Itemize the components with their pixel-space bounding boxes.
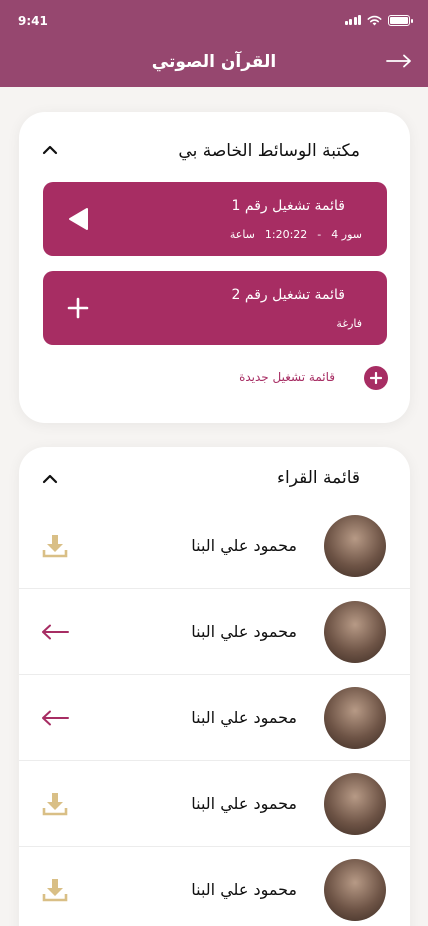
reader-avatar	[324, 687, 386, 749]
battery-icon	[388, 14, 413, 26]
download-icon	[42, 879, 68, 902]
arrow-left-icon	[42, 710, 69, 726]
playlist-status: فارغة	[336, 317, 362, 330]
arrow-left-icon	[42, 624, 69, 640]
reader-avatar	[324, 515, 386, 577]
chevron-up-icon	[42, 145, 58, 155]
chevron-up-icon	[42, 474, 58, 484]
download-button[interactable]	[41, 877, 69, 903]
add-to-playlist-button[interactable]	[65, 295, 91, 321]
page-title: القرآن الصوتي	[151, 52, 277, 72]
media-library-title: مكتبة الوسائط الخاصة بي	[178, 141, 360, 161]
reader-row[interactable]: محمود علي البنا	[19, 675, 410, 761]
reader-avatar	[324, 601, 386, 663]
open-reader-button[interactable]	[41, 705, 69, 731]
playlist-separator: -	[317, 228, 322, 241]
playlist-2[interactable]: قائمة تشغيل رقم 2 فارغة	[43, 271, 387, 345]
reader-name: محمود علي البنا	[191, 622, 297, 641]
playlist-title: قائمة تشغيل رقم 2	[231, 287, 345, 303]
new-playlist-row[interactable]: قائمة تشغيل جديدة	[19, 365, 410, 391]
reader-row[interactable]: محمود علي البنا	[19, 761, 410, 847]
signal-icon	[344, 15, 361, 25]
new-playlist-label: قائمة تشغيل جديدة	[239, 370, 335, 384]
back-button[interactable]	[386, 50, 412, 72]
open-reader-button[interactable]	[41, 619, 69, 645]
reader-name: محمود علي البنا	[191, 880, 297, 899]
wifi-icon	[367, 15, 382, 25]
playlist-title: قائمة تشغيل رقم 1	[231, 198, 345, 214]
app-header: 9:41 القرآن الصوتي	[0, 0, 428, 87]
playlist-duration: 1:20:22	[264, 228, 308, 241]
download-icon	[42, 793, 68, 816]
collapse-media-button[interactable]	[41, 144, 59, 156]
playlist-surahs: سور 4	[331, 228, 362, 241]
readers-card: قائمة القراء محمود علي البنا محمود علي ا…	[19, 447, 410, 926]
reader-row[interactable]: محمود علي البنا	[19, 847, 410, 926]
plus-icon	[67, 297, 89, 319]
play-button[interactable]	[65, 206, 91, 232]
play-icon	[69, 208, 88, 230]
new-playlist-button[interactable]	[364, 366, 388, 390]
playlist-1[interactable]: قائمة تشغيل رقم 1 سور 4 - 1:20:22 ساعة	[43, 182, 387, 256]
reader-name: محمود علي البنا	[191, 708, 297, 727]
arrow-right-icon	[386, 54, 411, 68]
media-library-card: مكتبة الوسائط الخاصة بي قائمة تشغيل رقم …	[19, 112, 410, 423]
plus-icon	[370, 372, 382, 384]
status-time: 9:41	[18, 14, 48, 28]
playlist-duration-unit: ساعة	[229, 228, 255, 241]
reader-avatar	[324, 859, 386, 921]
playlist-meta: سور 4 - 1:20:22 ساعة	[230, 228, 362, 241]
reader-row[interactable]: محمود علي البنا	[19, 589, 410, 675]
readers-title: قائمة القراء	[277, 468, 360, 488]
reader-avatar	[324, 773, 386, 835]
download-button[interactable]	[41, 533, 69, 559]
status-icons	[344, 14, 413, 26]
reader-row[interactable]: محمود علي البنا	[19, 503, 410, 589]
reader-name: محمود علي البنا	[191, 794, 297, 813]
collapse-readers-button[interactable]	[41, 473, 59, 485]
download-button[interactable]	[41, 791, 69, 817]
reader-name: محمود علي البنا	[191, 536, 297, 555]
download-icon	[42, 535, 68, 558]
